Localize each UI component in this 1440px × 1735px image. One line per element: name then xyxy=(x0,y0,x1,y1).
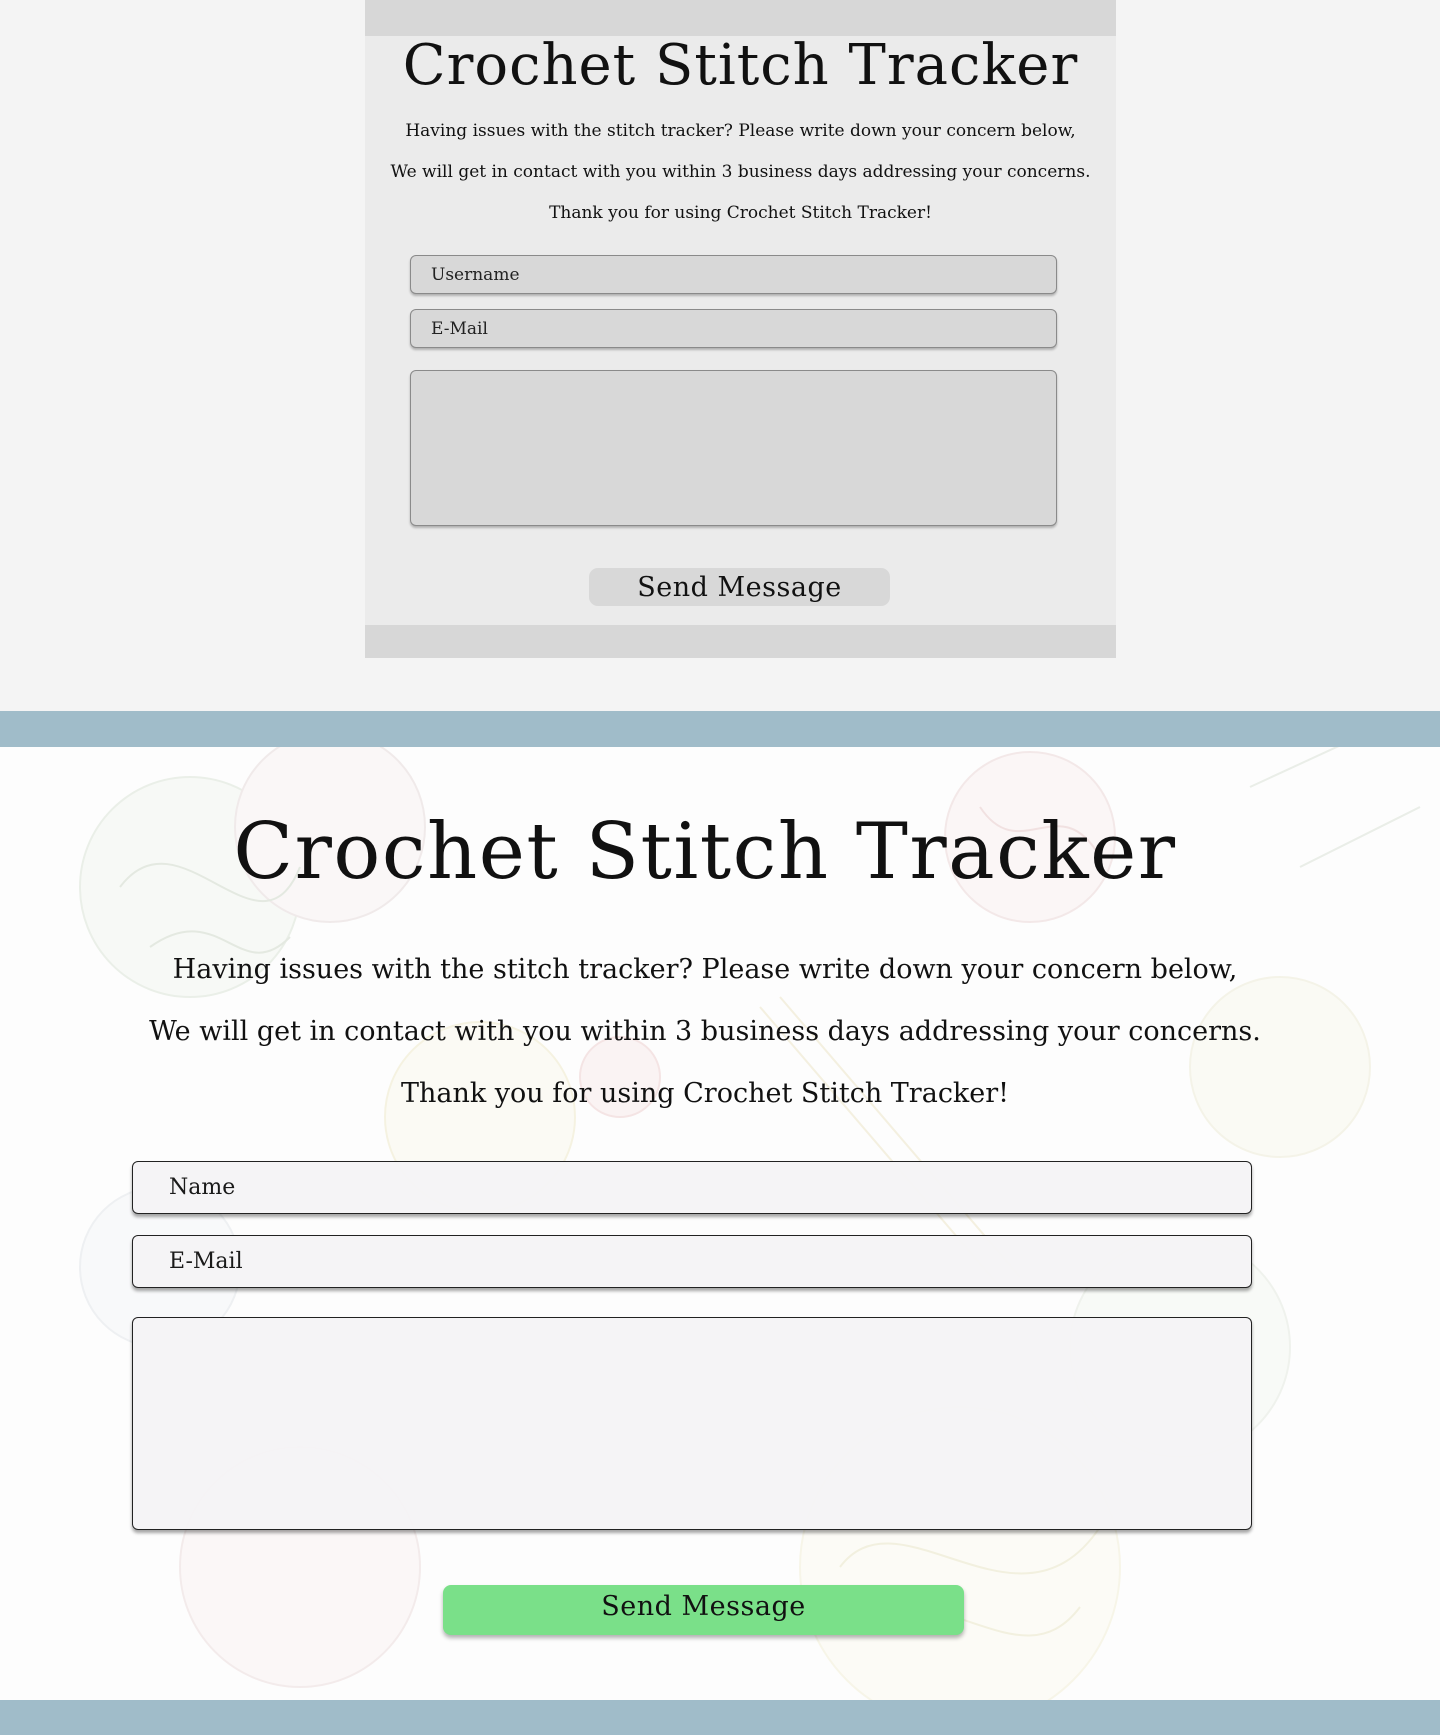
wireframe-email-field[interactable] xyxy=(410,309,1057,348)
name-field[interactable] xyxy=(132,1161,1252,1214)
contact-section: Crochet Stitch Tracker Having issues wit… xyxy=(0,747,1440,1700)
page-title: Crochet Stitch Tracker xyxy=(233,807,1177,897)
wireframe-intro-line-3: Thank you for using Crochet Stitch Track… xyxy=(549,203,932,223)
message-field[interactable] xyxy=(132,1317,1252,1530)
wireframe-username-field[interactable] xyxy=(410,255,1057,294)
intro-line-2: We will get in contact with you within 3… xyxy=(149,1016,1261,1047)
wireframe-footer-bar xyxy=(365,625,1116,658)
intro-line-1: Having issues with the stitch tracker? P… xyxy=(172,954,1238,985)
header-stripe xyxy=(0,711,1440,747)
wireframe-section: Crochet Stitch Tracker Having issues wit… xyxy=(0,0,1440,711)
wireframe-send-message-button[interactable]: Send Message xyxy=(589,568,890,606)
footer-stripe xyxy=(0,1700,1440,1735)
email-field[interactable] xyxy=(132,1235,1252,1288)
intro-line-3: Thank you for using Crochet Stitch Track… xyxy=(400,1078,1010,1109)
wireframe-header-bar xyxy=(365,0,1116,36)
wireframe-message-field[interactable] xyxy=(410,370,1057,526)
wireframe-intro-line-2: We will get in contact with you within 3… xyxy=(390,162,1091,182)
wireframe-intro-line-1: Having issues with the stitch tracker? P… xyxy=(405,121,1076,141)
send-message-button[interactable]: Send Message xyxy=(443,1585,964,1635)
wireframe-panel: Crochet Stitch Tracker Having issues wit… xyxy=(365,0,1116,658)
wireframe-title: Crochet Stitch Tracker xyxy=(402,33,1079,98)
